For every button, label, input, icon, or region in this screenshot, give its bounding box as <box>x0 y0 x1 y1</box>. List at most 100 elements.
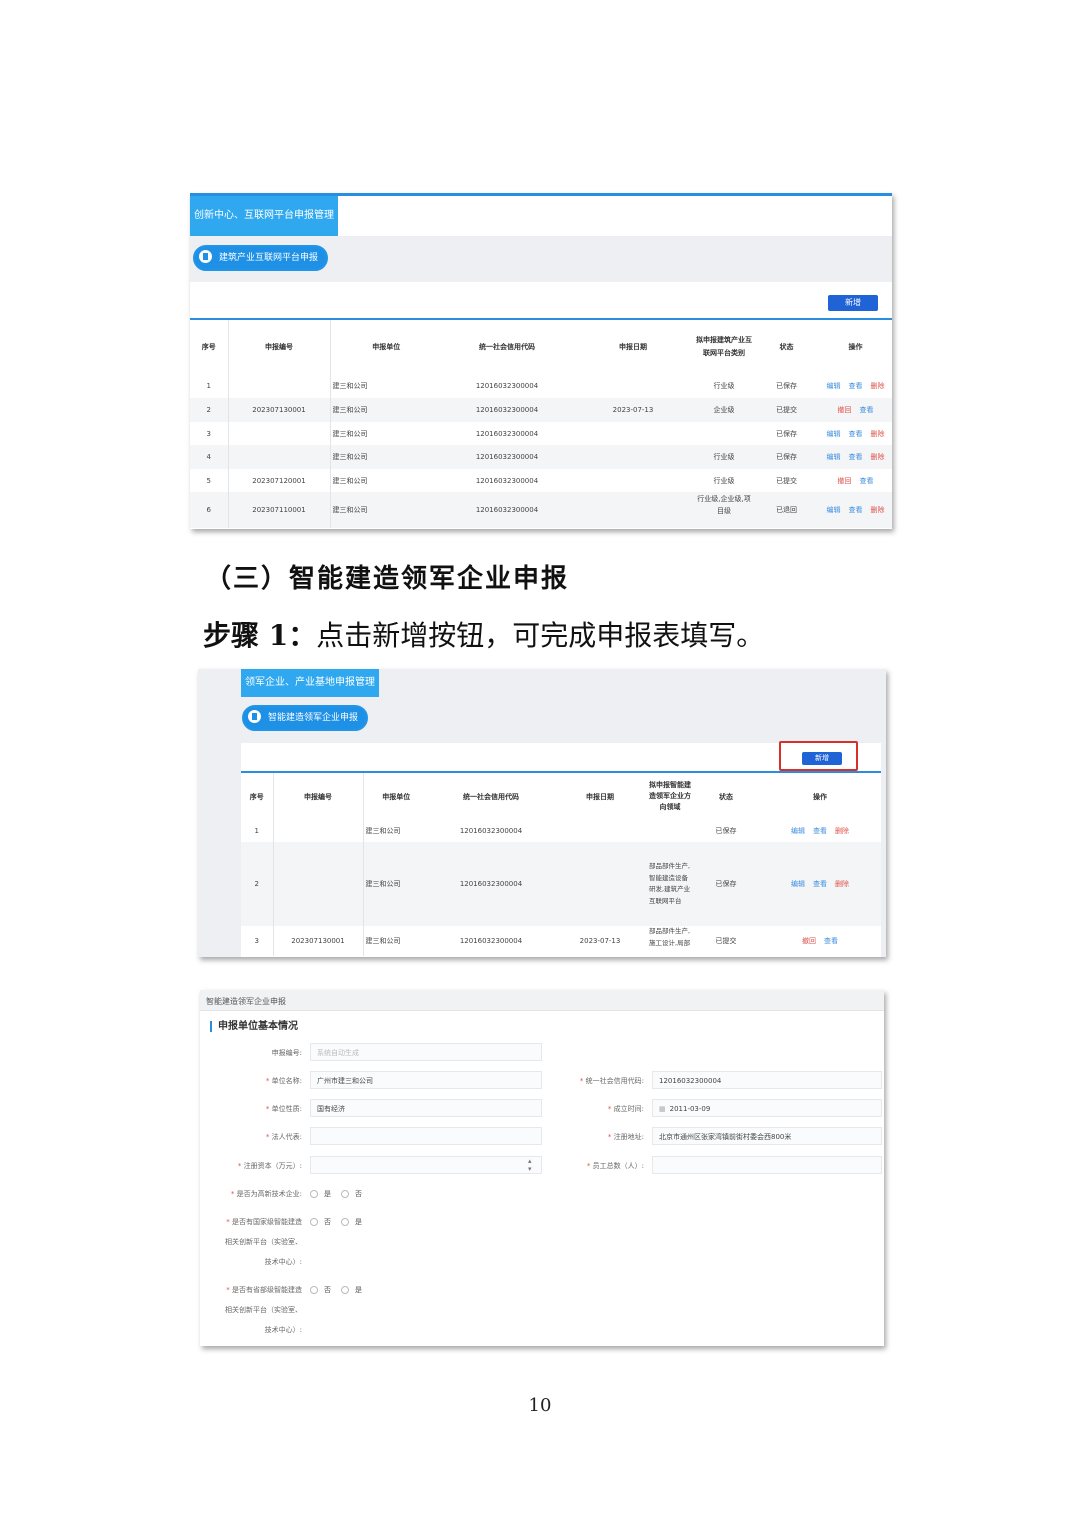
stepper-arrows-icon[interactable]: ▴ ▾ <box>528 1157 532 1173</box>
col-date: 申报日期 <box>553 771 647 820</box>
founded-date-input[interactable]: ▦ 2011-03-09 <box>652 1099 882 1117</box>
tab-enterprise-management[interactable]: 领军企业、产业基地申报管理 <box>241 669 379 697</box>
withdraw-link[interactable]: 撤回 <box>838 476 852 486</box>
cell-seq: 3 <box>254 937 259 945</box>
col-seq: 序号 <box>190 318 228 374</box>
cell-report-no: 202307130001 <box>272 926 363 956</box>
cell-credit-code: 12016032300004 <box>475 382 539 390</box>
cell-date <box>572 374 694 398</box>
national-radio-no[interactable]: 否 <box>310 1217 331 1227</box>
sub-tab-label: 建筑产业互联网平台申报 <box>219 253 319 263</box>
provincial-platform-label-3: 技术中心）: <box>264 1326 302 1334</box>
radio-circle-icon <box>310 1190 318 1198</box>
credit-code-input[interactable]: 12016032300004 <box>652 1071 882 1089</box>
document-icon <box>199 250 212 263</box>
view-link[interactable]: 查看 <box>849 381 863 391</box>
view-link[interactable]: 查看 <box>849 452 863 462</box>
cell-category <box>694 422 754 445</box>
provincial-radio-yes[interactable]: 是 <box>341 1285 362 1295</box>
view-link[interactable]: 查看 <box>813 826 827 836</box>
legal-label: * 法人代表: <box>265 1133 302 1141</box>
document-icon <box>248 710 261 723</box>
radio-circle-icon <box>310 1286 318 1294</box>
cell-actions: 编辑 查看 删除 <box>819 422 892 445</box>
provincial-radio-no[interactable]: 否 <box>310 1285 331 1295</box>
radio-label: 是 <box>355 1218 362 1226</box>
national-platform-label: * 是否有国家级智能建造 <box>226 1218 302 1226</box>
hightech-radio-no[interactable]: 否 <box>341 1189 362 1199</box>
edit-link[interactable]: 编辑 <box>827 381 841 391</box>
capital-input[interactable] <box>310 1156 542 1174</box>
cell-unit: 建三和公司 <box>329 374 442 398</box>
edit-link[interactable]: 编辑 <box>791 879 805 889</box>
application-table: 序号 申报编号 申报单位 统一社会信用代码 申报日期 拟申报智能建造领军企业方向… <box>241 771 881 956</box>
delete-link[interactable]: 删除 <box>871 452 885 462</box>
address-input[interactable]: 北京市通州区张家湾镇前街村委会西800米 <box>652 1127 882 1145</box>
cell-report-no: 202307110001 <box>227 492 330 528</box>
tab-platform-management[interactable]: 创新中心、互联网平台申报管理 <box>190 196 338 236</box>
cell-unit: 建三和公司 <box>329 398 442 422</box>
radio-label: 是 <box>324 1190 331 1198</box>
cell-credit-code: 12016032300004 <box>442 492 572 528</box>
founded-date-value: 2011-03-09 <box>669 1105 711 1113</box>
col-unit: 申报单位 <box>329 318 442 374</box>
delete-link[interactable]: 删除 <box>871 381 885 391</box>
screenshot-leading-enterprise-management: 领军企业、产业基地申报管理 智能建造领军企业申报 新增 序号 申报编号 申报单位… <box>198 669 886 957</box>
delete-link[interactable]: 删除 <box>835 879 849 889</box>
col-report-no: 申报编号 <box>272 771 363 820</box>
founded-label: * 成立时间: <box>607 1105 644 1113</box>
cell-seq: 1 <box>254 827 259 835</box>
edit-link[interactable]: 编辑 <box>827 452 841 462</box>
cell-credit-code: 12016032300004 <box>475 476 539 485</box>
cell-credit-code: 12016032300004 <box>459 937 523 945</box>
edit-link[interactable]: 编辑 <box>827 505 841 515</box>
step-label: 步骤 1： <box>203 619 317 652</box>
view-link[interactable]: 查看 <box>824 936 838 946</box>
cell-date <box>572 445 694 469</box>
delete-link[interactable]: 删除 <box>835 826 849 836</box>
col-unit: 申报单位 <box>362 771 429 820</box>
view-link[interactable]: 查看 <box>813 879 827 889</box>
cell-unit: 建三和公司 <box>362 926 429 956</box>
view-link[interactable]: 查看 <box>860 476 874 486</box>
cell-seq: 6 <box>190 492 228 528</box>
view-link[interactable]: 查看 <box>849 505 863 515</box>
unit-name-input[interactable]: 广州市建三和公司 <box>310 1071 542 1089</box>
cell-actions: 编辑 查看 删除 <box>819 445 892 469</box>
legal-input[interactable] <box>310 1127 542 1145</box>
view-link[interactable]: 查看 <box>860 405 874 415</box>
cell-category: 行业级 <box>713 382 735 390</box>
cell-status: 已保存 <box>754 445 819 469</box>
delete-link[interactable]: 删除 <box>871 505 885 515</box>
edit-link[interactable]: 编辑 <box>827 429 841 439</box>
withdraw-link[interactable]: 撤回 <box>802 936 816 946</box>
provincial-label-line1: 是否有省部级智能建造 <box>232 1286 302 1294</box>
withdraw-link[interactable]: 撤回 <box>838 405 852 415</box>
cell-unit: 建三和公司 <box>329 469 442 492</box>
sub-tab-pill[interactable]: 建筑产业互联网平台申报 <box>193 245 329 271</box>
cell-unit: 建三和公司 <box>329 445 442 469</box>
table-row: 1 建三和公司 12016032300004 行业级 已保存 编辑 查看 删除 <box>190 374 892 398</box>
report-no-input[interactable]: 系统自动生成 <box>310 1043 542 1061</box>
legal-label-text: 法人代表: <box>271 1133 302 1141</box>
national-radio-yes[interactable]: 是 <box>341 1217 362 1227</box>
cell-credit-code: 12016032300004 <box>442 398 572 422</box>
unit-name-label-text: 单位名称: <box>271 1077 302 1085</box>
sub-tab-pill[interactable]: 智能建造领军企业申报 <box>242 705 369 731</box>
staff-input[interactable] <box>652 1156 882 1174</box>
view-link[interactable]: 查看 <box>849 429 863 439</box>
cell-seq: 2 <box>190 398 228 422</box>
col-date: 申报日期 <box>572 318 694 374</box>
delete-link[interactable]: 删除 <box>871 429 885 439</box>
cell-direction <box>647 820 693 842</box>
national-platform-label-2: 相关创新平台（实验室、 <box>225 1238 302 1246</box>
col-credit-code: 统一社会信用代码 <box>429 771 553 820</box>
application-table: 序号 申报编号 申报单位 统一社会信用代码 申报日期 拟申报建筑产业互联网平台类… <box>190 318 892 528</box>
edit-link[interactable]: 编辑 <box>791 826 805 836</box>
hightech-radio-yes[interactable]: 是 <box>310 1189 331 1199</box>
add-button[interactable]: 新增 <box>828 295 878 311</box>
table-row: 2 202307130001 建三和公司 12016032300004 2023… <box>190 398 892 422</box>
table-row: 3 202307130001 建三和公司 12016032300004 2023… <box>241 926 881 956</box>
nature-select[interactable]: 国有经济 <box>310 1099 542 1117</box>
staff-label-text: 员工总数（人）: <box>592 1162 644 1170</box>
